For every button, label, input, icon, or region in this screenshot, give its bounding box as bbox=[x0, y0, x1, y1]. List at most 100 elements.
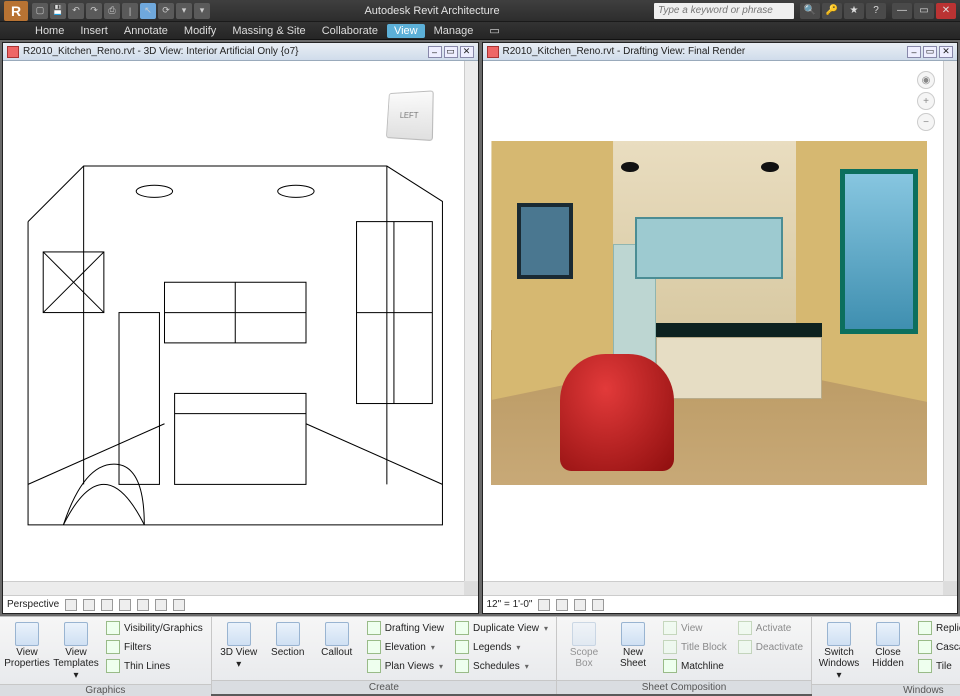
filters-button[interactable]: Filters bbox=[102, 638, 207, 656]
scrollbar-horizontal[interactable] bbox=[483, 581, 944, 595]
child-minimize-button[interactable]: – bbox=[428, 46, 442, 58]
switch-windows-button[interactable]: Switch Windows▾ bbox=[816, 619, 862, 684]
scrollbar-vertical[interactable] bbox=[943, 61, 957, 581]
group-label-windows: Windows bbox=[812, 684, 960, 696]
group-label-graphics: Graphics bbox=[0, 684, 211, 696]
scroll-corner bbox=[943, 581, 957, 595]
tab-massing-site[interactable]: Massing & Site bbox=[225, 24, 312, 38]
plan-views-button[interactable]: Plan Views▾ bbox=[363, 657, 448, 675]
visual-style-icon[interactable] bbox=[83, 599, 95, 611]
app-menu-button[interactable]: R bbox=[4, 1, 28, 21]
close-hidden-button[interactable]: Close Hidden bbox=[865, 619, 911, 672]
maximize-button[interactable]: ▭ bbox=[914, 3, 934, 19]
crop-view-icon[interactable] bbox=[137, 599, 149, 611]
qat-cursor-icon[interactable]: ↖ bbox=[140, 3, 156, 19]
child-maximize-button[interactable]: ▭ bbox=[444, 46, 458, 58]
qat-save-icon[interactable]: 💾 bbox=[50, 3, 66, 19]
cascade-button[interactable]: Cascade bbox=[914, 638, 960, 656]
qat-open-icon[interactable]: ▢ bbox=[32, 3, 48, 19]
crop-region-icon[interactable] bbox=[155, 599, 167, 611]
matchline-button[interactable]: Matchline bbox=[659, 657, 731, 675]
tab-modify[interactable]: Modify bbox=[177, 24, 223, 38]
scrollbar-vertical[interactable] bbox=[464, 61, 478, 581]
viewcube[interactable]: LEFT bbox=[385, 90, 433, 141]
view-properties-button[interactable]: View Properties bbox=[4, 619, 50, 672]
qat-sync-icon[interactable]: ⟳ bbox=[158, 3, 174, 19]
tile-button[interactable]: Tile bbox=[914, 657, 960, 675]
tab-collaborate[interactable]: Collaborate bbox=[315, 24, 385, 38]
thin-lines-button[interactable]: Thin Lines bbox=[102, 657, 207, 675]
child-close-button[interactable]: ✕ bbox=[939, 46, 953, 58]
new-sheet-button[interactable]: New Sheet bbox=[610, 619, 656, 672]
view-window-render-title: R2010_Kitchen_Reno.rvt - Drafting View: … bbox=[503, 46, 746, 57]
detail-level-icon[interactable] bbox=[65, 599, 77, 611]
qat-print-icon[interactable]: ⎙ bbox=[104, 3, 120, 19]
group-label-sheet: Sheet Composition bbox=[557, 680, 811, 694]
tab-insert[interactable]: Insert bbox=[73, 24, 115, 38]
section-button[interactable]: Section bbox=[265, 619, 311, 661]
tab-view[interactable]: View bbox=[387, 24, 425, 38]
ribbon-group-sheet-composition: Scope Box New Sheet View Title Block Mat… bbox=[557, 617, 812, 694]
scope-box-button: Scope Box bbox=[561, 619, 607, 672]
zoom-in-icon[interactable]: + bbox=[917, 92, 935, 110]
view-canvas-render[interactable]: ◉ + − bbox=[483, 61, 958, 595]
key-icon[interactable]: 🔑 bbox=[822, 3, 842, 19]
shadows-icon[interactable] bbox=[119, 599, 131, 611]
zoom-out-icon[interactable]: − bbox=[917, 113, 935, 131]
qat-option-icon[interactable]: ▾ bbox=[194, 3, 210, 19]
navigation-bar: ◉ + − bbox=[917, 71, 935, 131]
visibility-graphics-button[interactable]: Visibility/Graphics bbox=[102, 619, 207, 637]
view-canvas-3d[interactable]: LEFT bbox=[3, 61, 478, 595]
scrollbar-horizontal[interactable] bbox=[3, 581, 464, 595]
help-icon[interactable]: ? bbox=[866, 3, 886, 19]
app-title: Autodesk Revit Architecture bbox=[210, 5, 654, 17]
callout-button[interactable]: Callout bbox=[314, 619, 360, 661]
view-scale-label[interactable]: 12" = 1'-0" bbox=[487, 599, 533, 610]
ribbon-panel: View Properties View Templates▾ Visibili… bbox=[0, 616, 960, 694]
window-controls: — ▭ ✕ bbox=[892, 3, 956, 19]
qat-redo-icon[interactable]: ↷ bbox=[86, 3, 102, 19]
child-close-button[interactable]: ✕ bbox=[460, 46, 474, 58]
child-maximize-button[interactable]: ▭ bbox=[923, 46, 937, 58]
tab-annotate[interactable]: Annotate bbox=[117, 24, 175, 38]
view-scale-label[interactable]: Perspective bbox=[7, 599, 59, 610]
binoculars-icon[interactable]: 🔍 bbox=[800, 3, 820, 19]
legends-button[interactable]: Legends▾ bbox=[451, 638, 552, 656]
view-window-render-titlebar[interactable]: R2010_Kitchen_Reno.rvt - Drafting View: … bbox=[483, 43, 958, 61]
schedules-button[interactable]: Schedules▾ bbox=[451, 657, 552, 675]
child-minimize-button[interactable]: – bbox=[907, 46, 921, 58]
star-icon[interactable]: ★ bbox=[844, 3, 864, 19]
3d-view-button[interactable]: 3D View▾ bbox=[216, 619, 262, 673]
quick-access-toolbar: ▢ 💾 ↶ ↷ ⎙ | ↖ ⟳ ▾ ▾ bbox=[32, 3, 210, 19]
infocenter-search-input[interactable]: Type a keyword or phrase bbox=[654, 3, 794, 19]
ribbon-group-windows: Switch Windows▾ Close Hidden Replicate C… bbox=[812, 617, 960, 694]
close-button[interactable]: ✕ bbox=[936, 3, 956, 19]
minimize-button[interactable]: — bbox=[892, 3, 912, 19]
visual-style-icon[interactable] bbox=[556, 599, 568, 611]
replicate-button[interactable]: Replicate bbox=[914, 619, 960, 637]
deactivate-view-button: Deactivate bbox=[734, 638, 807, 656]
view-control-bar-render: 12" = 1'-0" bbox=[483, 595, 958, 613]
tab-manage[interactable]: Manage bbox=[427, 24, 481, 38]
ribbon-group-create: 3D View▾ Section Callout Drafting View E… bbox=[212, 617, 557, 694]
duplicate-view-button[interactable]: Duplicate View▾ bbox=[451, 619, 552, 637]
app-icon-slot bbox=[4, 24, 24, 38]
hide-isolate-icon[interactable] bbox=[173, 599, 185, 611]
drafting-view-button[interactable]: Drafting View bbox=[363, 619, 448, 637]
scroll-corner bbox=[464, 581, 478, 595]
tab-extra-icon[interactable]: ▭ bbox=[482, 23, 506, 38]
group-label-create: Create bbox=[212, 680, 556, 694]
elevation-button[interactable]: Elevation▾ bbox=[363, 638, 448, 656]
steering-wheel-icon[interactable]: ◉ bbox=[917, 71, 935, 89]
sun-path-icon[interactable] bbox=[101, 599, 113, 611]
tab-home[interactable]: Home bbox=[28, 24, 71, 38]
qat-recent-icon[interactable]: ▾ bbox=[176, 3, 192, 19]
view-window-3d-titlebar[interactable]: R2010_Kitchen_Reno.rvt - 3D View: Interi… bbox=[3, 43, 478, 61]
detail-level-icon[interactable] bbox=[538, 599, 550, 611]
hide-isolate-icon[interactable] bbox=[592, 599, 604, 611]
view-templates-button[interactable]: View Templates▾ bbox=[53, 619, 99, 684]
ribbon-group-graphics: View Properties View Templates▾ Visibili… bbox=[0, 617, 212, 694]
sun-path-icon[interactable] bbox=[574, 599, 586, 611]
view-window-3d-title: R2010_Kitchen_Reno.rvt - 3D View: Interi… bbox=[23, 46, 299, 57]
qat-undo-icon[interactable]: ↶ bbox=[68, 3, 84, 19]
